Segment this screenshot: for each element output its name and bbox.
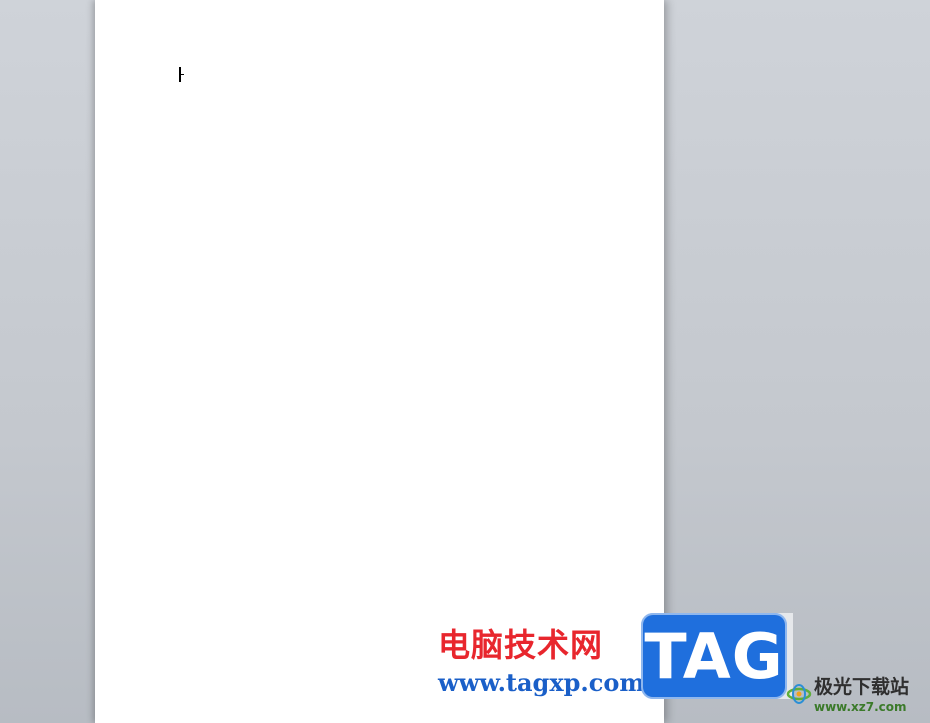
watermark-site-name: 电脑技术网: [438, 626, 604, 664]
watermark-secondary: 极光下载站 www.xz7.com: [786, 670, 930, 720]
aurora-logo-icon: [786, 684, 812, 704]
watermark-site-url: www.tagxp.com: [438, 668, 645, 697]
watermark-tag-badge: TAG: [641, 613, 787, 699]
text-cursor: [179, 67, 184, 82]
document-page[interactable]: [95, 0, 664, 723]
watermark-secondary-name: 极光下载站: [814, 676, 910, 698]
watermark-secondary-url: www.xz7.com: [814, 700, 907, 714]
